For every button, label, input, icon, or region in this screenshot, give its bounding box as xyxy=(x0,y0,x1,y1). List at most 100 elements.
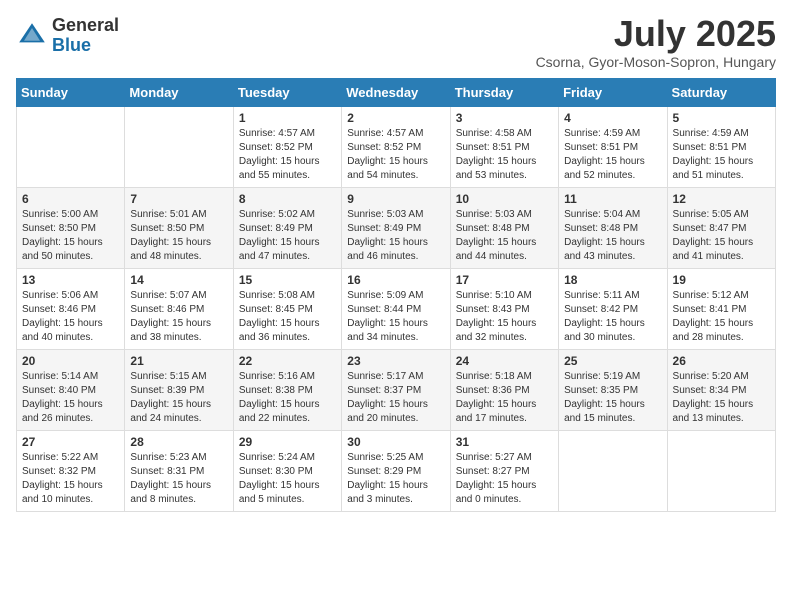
calendar-cell: 9 Sunrise: 5:03 AMSunset: 8:49 PMDaylight… xyxy=(342,188,450,269)
day-number: 2 xyxy=(347,111,444,125)
logo-blue-text: Blue xyxy=(52,36,119,56)
cell-info: Sunrise: 4:57 AMSunset: 8:52 PMDaylight:… xyxy=(347,128,428,181)
cell-info: Sunrise: 5:03 AMSunset: 8:49 PMDaylight:… xyxy=(347,209,428,262)
calendar-cell xyxy=(667,431,775,512)
calendar-header-row: SundayMondayTuesdayWednesdayThursdayFrid… xyxy=(17,79,776,107)
cell-info: Sunrise: 5:25 AMSunset: 8:29 PMDaylight:… xyxy=(347,452,428,505)
cell-info: Sunrise: 5:14 AMSunset: 8:40 PMDaylight:… xyxy=(22,371,103,424)
day-number: 3 xyxy=(456,111,553,125)
calendar-cell: 21 Sunrise: 5:15 AMSunset: 8:39 PMDayligh… xyxy=(125,350,233,431)
cell-info: Sunrise: 5:08 AMSunset: 8:45 PMDaylight:… xyxy=(239,290,320,343)
cell-info: Sunrise: 5:07 AMSunset: 8:46 PMDaylight:… xyxy=(130,290,211,343)
month-title: July 2025 xyxy=(536,16,776,52)
cell-info: Sunrise: 5:16 AMSunset: 8:38 PMDaylight:… xyxy=(239,371,320,424)
calendar-cell: 11Sunrise: 5:04 AMSunset: 8:48 PMDayligh… xyxy=(559,188,667,269)
day-number: 6 xyxy=(22,192,119,206)
weekday-header-friday: Friday xyxy=(559,79,667,107)
page-header: General Blue July 2025 Csorna, Gyor-Moso… xyxy=(16,16,776,70)
cell-info: Sunrise: 5:01 AMSunset: 8:50 PMDaylight:… xyxy=(130,209,211,262)
calendar-cell: 24Sunrise: 5:18 AMSunset: 8:36 PMDayligh… xyxy=(450,350,558,431)
cell-info: Sunrise: 5:20 AMSunset: 8:34 PMDaylight:… xyxy=(673,371,754,424)
location-subtitle: Csorna, Gyor-Moson-Sopron, Hungary xyxy=(536,54,776,70)
calendar-cell: 19 Sunrise: 5:12 AMSunset: 8:41 PMDayligh… xyxy=(667,269,775,350)
weekday-header-saturday: Saturday xyxy=(667,79,775,107)
calendar-cell: 20 Sunrise: 5:14 AMSunset: 8:40 PMDayligh… xyxy=(17,350,125,431)
cell-info: Sunrise: 5:02 AMSunset: 8:49 PMDaylight:… xyxy=(239,209,320,262)
day-number: 9 xyxy=(347,192,444,206)
calendar-cell: 3 Sunrise: 4:58 AMSunset: 8:51 PMDaylight… xyxy=(450,107,558,188)
cell-info: Sunrise: 5:04 AMSunset: 8:48 PMDaylight:… xyxy=(564,209,645,262)
cell-info: Sunrise: 4:59 AMSunset: 8:51 PMDaylight:… xyxy=(673,128,754,181)
cell-info: Sunrise: 5:05 AMSunset: 8:47 PMDaylight:… xyxy=(673,209,754,262)
calendar-cell: 25Sunrise: 5:19 AMSunset: 8:35 PMDayligh… xyxy=(559,350,667,431)
calendar-cell: 29Sunrise: 5:24 AMSunset: 8:30 PMDayligh… xyxy=(233,431,341,512)
calendar-cell: 2 Sunrise: 4:57 AMSunset: 8:52 PMDaylight… xyxy=(342,107,450,188)
day-number: 1 xyxy=(239,111,336,125)
logo-text: General Blue xyxy=(52,16,119,56)
day-number: 15 xyxy=(239,273,336,287)
calendar-cell: 8 Sunrise: 5:02 AMSunset: 8:49 PMDaylight… xyxy=(233,188,341,269)
logo-general-text: General xyxy=(52,16,119,36)
cell-info: Sunrise: 5:00 AMSunset: 8:50 PMDaylight:… xyxy=(22,209,103,262)
cell-info: Sunrise: 5:10 AMSunset: 8:43 PMDaylight:… xyxy=(456,290,537,343)
calendar-cell: 12Sunrise: 5:05 AMSunset: 8:47 PMDayligh… xyxy=(667,188,775,269)
day-number: 22 xyxy=(239,354,336,368)
day-number: 20 xyxy=(22,354,119,368)
cell-info: Sunrise: 5:09 AMSunset: 8:44 PMDaylight:… xyxy=(347,290,428,343)
weekday-header-thursday: Thursday xyxy=(450,79,558,107)
cell-info: Sunrise: 5:15 AMSunset: 8:39 PMDaylight:… xyxy=(130,371,211,424)
day-number: 4 xyxy=(564,111,661,125)
calendar-cell: 18Sunrise: 5:11 AMSunset: 8:42 PMDayligh… xyxy=(559,269,667,350)
calendar-cell: 13 Sunrise: 5:06 AMSunset: 8:46 PMDayligh… xyxy=(17,269,125,350)
cell-info: Sunrise: 5:22 AMSunset: 8:32 PMDaylight:… xyxy=(22,452,103,505)
cell-info: Sunrise: 5:11 AMSunset: 8:42 PMDaylight:… xyxy=(564,290,645,343)
logo-icon xyxy=(16,20,48,52)
day-number: 16 xyxy=(347,273,444,287)
day-number: 14 xyxy=(130,273,227,287)
calendar-cell: 28 Sunrise: 5:23 AMSunset: 8:31 PMDayligh… xyxy=(125,431,233,512)
cell-info: Sunrise: 5:06 AMSunset: 8:46 PMDaylight:… xyxy=(22,290,103,343)
calendar-cell: 10 Sunrise: 5:03 AMSunset: 8:48 PMDayligh… xyxy=(450,188,558,269)
calendar-table: SundayMondayTuesdayWednesdayThursdayFrid… xyxy=(16,78,776,512)
cell-info: Sunrise: 4:58 AMSunset: 8:51 PMDaylight:… xyxy=(456,128,537,181)
calendar-cell: 5 Sunrise: 4:59 AMSunset: 8:51 PMDaylight… xyxy=(667,107,775,188)
calendar-cell: 6 Sunrise: 5:00 AMSunset: 8:50 PMDaylight… xyxy=(17,188,125,269)
calendar-cell: 1Sunrise: 4:57 AMSunset: 8:52 PMDaylight… xyxy=(233,107,341,188)
day-number: 21 xyxy=(130,354,227,368)
day-number: 29 xyxy=(239,435,336,449)
day-number: 17 xyxy=(456,273,553,287)
cell-info: Sunrise: 5:12 AMSunset: 8:41 PMDaylight:… xyxy=(673,290,754,343)
day-number: 28 xyxy=(130,435,227,449)
day-number: 31 xyxy=(456,435,553,449)
calendar-cell: 14 Sunrise: 5:07 AMSunset: 8:46 PMDayligh… xyxy=(125,269,233,350)
calendar-cell: 27 Sunrise: 5:22 AMSunset: 8:32 PMDayligh… xyxy=(17,431,125,512)
calendar-cell: 30Sunrise: 5:25 AMSunset: 8:29 PMDayligh… xyxy=(342,431,450,512)
day-number: 24 xyxy=(456,354,553,368)
calendar-cell xyxy=(559,431,667,512)
calendar-cell: 22 Sunrise: 5:16 AMSunset: 8:38 PMDayligh… xyxy=(233,350,341,431)
cell-info: Sunrise: 5:03 AMSunset: 8:48 PMDaylight:… xyxy=(456,209,537,262)
day-number: 26 xyxy=(673,354,770,368)
calendar-week-5: 27 Sunrise: 5:22 AMSunset: 8:32 PMDayligh… xyxy=(17,431,776,512)
day-number: 8 xyxy=(239,192,336,206)
weekday-header-tuesday: Tuesday xyxy=(233,79,341,107)
weekday-header-sunday: Sunday xyxy=(17,79,125,107)
day-number: 19 xyxy=(673,273,770,287)
calendar-cell: 17 Sunrise: 5:10 AMSunset: 8:43 PMDayligh… xyxy=(450,269,558,350)
day-number: 5 xyxy=(673,111,770,125)
calendar-cell: 26 Sunrise: 5:20 AMSunset: 8:34 PMDayligh… xyxy=(667,350,775,431)
cell-info: Sunrise: 5:17 AMSunset: 8:37 PMDaylight:… xyxy=(347,371,428,424)
cell-info: Sunrise: 5:19 AMSunset: 8:35 PMDaylight:… xyxy=(564,371,645,424)
day-number: 10 xyxy=(456,192,553,206)
calendar-cell: 7 Sunrise: 5:01 AMSunset: 8:50 PMDaylight… xyxy=(125,188,233,269)
weekday-header-wednesday: Wednesday xyxy=(342,79,450,107)
cell-info: Sunrise: 5:23 AMSunset: 8:31 PMDaylight:… xyxy=(130,452,211,505)
day-number: 27 xyxy=(22,435,119,449)
calendar-cell xyxy=(125,107,233,188)
calendar-week-3: 13 Sunrise: 5:06 AMSunset: 8:46 PMDayligh… xyxy=(17,269,776,350)
calendar-cell: 16 Sunrise: 5:09 AMSunset: 8:44 PMDayligh… xyxy=(342,269,450,350)
day-number: 7 xyxy=(130,192,227,206)
day-number: 13 xyxy=(22,273,119,287)
day-number: 23 xyxy=(347,354,444,368)
weekday-header-monday: Monday xyxy=(125,79,233,107)
